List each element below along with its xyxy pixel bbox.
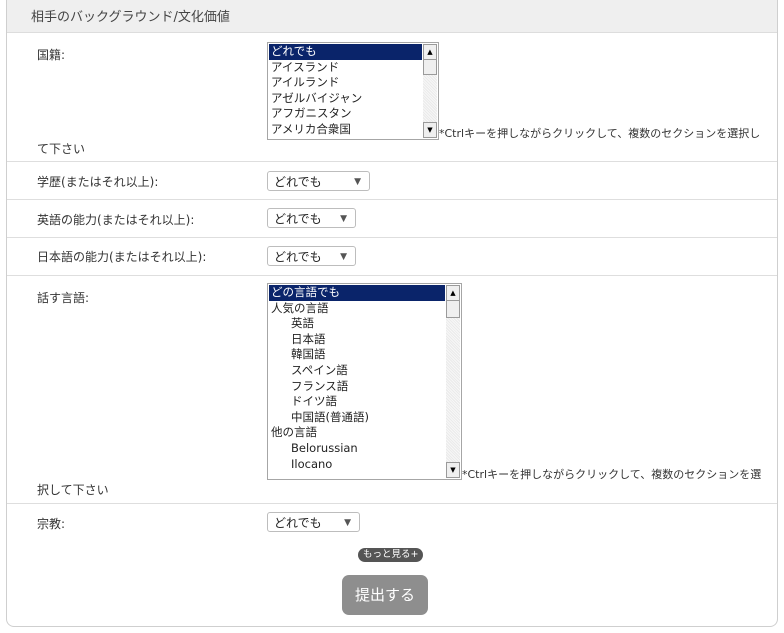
nationality-option[interactable]: アイスランド [269,60,422,76]
japanese-select[interactable]: どれでも ▼ [267,246,356,266]
english-row: 英語の能力(またはそれ以上): どれでも ▼ [7,200,777,238]
nationality-help-note-tail: て下さい [37,142,86,156]
education-row: 学歴(またはそれ以上): どれでも ▼ [7,162,777,200]
nationality-option[interactable]: アゼルバイジャン [269,91,422,107]
scroll-up-arrow-icon[interactable]: ▲ [423,44,437,60]
language-option[interactable]: ドイツ語 [269,394,445,410]
chevron-down-icon: ▼ [340,214,347,224]
languages-row: 話す言語: どの言語でも 人気の言語 英語 日本語 韓国語 スペイン語 フランス語 ドイツ語中… [7,276,777,504]
submit-button[interactable]: 提出する [342,575,428,615]
english-label: 英語の能力(またはそれ以上): [37,213,195,227]
scroll-thumb[interactable] [446,300,460,318]
japanese-label: 日本語の能力(またはそれ以上): [37,250,207,264]
language-option[interactable]: Ilocano [269,457,445,473]
nationality-help-note: *Ctrlキーを押しながらクリックして、複数のセクションを選択し [439,127,761,140]
education-select-value: どれでも [274,175,322,189]
languages-options: どの言語でも 人気の言語 英語 日本語 韓国語 スペイン語 フランス語 ドイツ語 中国語(普通語… [269,285,445,478]
background-culture-panel: 相手のバックグラウンド/文化価値 国籍: どれでも アイスランド アイルランド アゼル… [6,0,778,627]
languages-listbox[interactable]: どの言語でも 人気の言語 英語 日本語 韓国語 スペイン語 フランス語 ドイツ語 中国語(普通語… [267,283,462,480]
nationality-row: 国籍: どれでも アイスランド アイルランド アゼルバイジャン アフガニスタン アメリカ合… [7,33,777,162]
languages-label: 話す言語: [37,291,90,305]
japanese-select-value: どれでも [274,250,322,264]
nationality-scrollbar[interactable]: ▲ ▼ [423,44,437,138]
scroll-down-arrow-icon[interactable]: ▼ [446,462,460,478]
scroll-thumb[interactable] [423,59,437,75]
language-option[interactable]: 英語 [269,316,445,332]
languages-help-note: *Ctrlキーを押しながらクリックして、複数のセクションを選 [462,468,762,481]
chevron-down-icon: ▼ [340,252,347,262]
nationality-option[interactable]: アフガニスタン [269,106,422,122]
language-option[interactable]: 中国語(普通語) [269,410,445,426]
language-option[interactable]: 人気の言語 [269,301,445,317]
language-option[interactable]: どの言語でも [269,285,445,301]
scroll-up-arrow-icon[interactable]: ▲ [446,285,460,301]
nationality-options: どれでも アイスランド アイルランド アゼルバイジャン アフガニスタン アメリカ合衆国 [269,44,422,138]
language-option[interactable]: フランス語 [269,379,445,395]
language-option[interactable]: 日本語 [269,332,445,348]
scroll-down-arrow-icon[interactable]: ▼ [423,122,437,138]
languages-help-note-tail: 択して下さい [37,483,109,497]
education-label: 学歴(またはそれ以上): [37,175,159,189]
language-option[interactable]: Belorussian [269,441,445,457]
language-option[interactable]: 韓国語 [269,347,445,363]
nationality-label: 国籍: [37,48,66,62]
english-select[interactable]: どれでも ▼ [267,208,356,228]
nationality-option[interactable]: どれでも [269,44,422,60]
more-button[interactable]: もっと見る+ [358,548,424,562]
language-option[interactable]: スペイン語 [269,363,445,379]
languages-scrollbar[interactable]: ▲ ▼ [446,285,460,478]
chevron-down-icon: ▼ [354,177,361,187]
english-select-value: どれでも [274,212,322,226]
religion-select-value: どれでも [274,516,322,530]
religion-select[interactable]: どれでも ▼ [267,512,360,532]
nationality-option[interactable]: アイルランド [269,75,422,91]
japanese-row: 日本語の能力(またはそれ以上): どれでも ▼ [7,238,777,276]
religion-row: 宗教: どれでも ▼ [7,504,777,540]
education-select[interactable]: どれでも ▼ [267,171,370,191]
religion-label: 宗教: [37,517,66,531]
nationality-listbox[interactable]: どれでも アイスランド アイルランド アゼルバイジャン アフガニスタン アメリカ合衆国 ▲… [267,42,439,140]
section-title: 相手のバックグラウンド/文化価値 [7,0,777,33]
nationality-option[interactable]: アメリカ合衆国 [269,122,422,138]
chevron-down-icon: ▼ [344,518,351,528]
language-option[interactable]: 他の言語 [269,425,445,441]
